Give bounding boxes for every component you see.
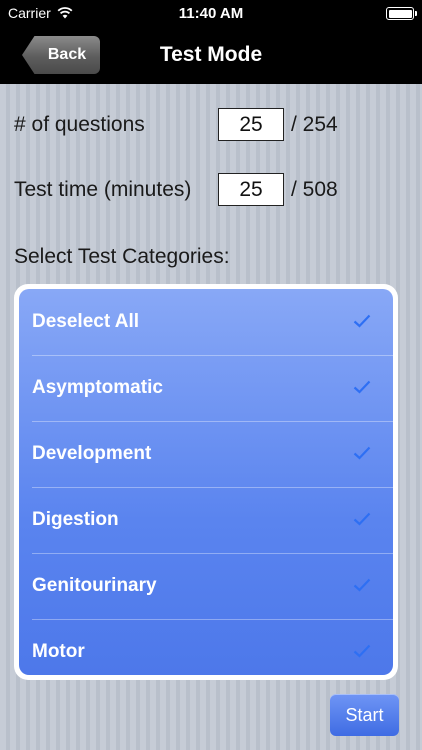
checkmark-icon — [353, 578, 371, 592]
page-title: Test Mode — [159, 43, 263, 66]
category-panel: Deselect All Asymptomatic Development Diges… — [14, 284, 398, 680]
questions-total: / 254 — [291, 113, 338, 136]
category-list: Deselect All Asymptomatic Development Diges… — [19, 289, 393, 675]
checkmark-icon — [353, 446, 371, 460]
status-bar: Carrier 11:40 AM — [0, 0, 422, 28]
category-row[interactable]: Deselect All — [19, 289, 393, 355]
test-time-label: Test time (minutes) — [14, 178, 192, 201]
category-row[interactable]: Genitourinary — [19, 553, 393, 619]
checkmark-icon — [353, 512, 371, 526]
checkmark-icon — [353, 644, 371, 658]
start-button[interactable]: Start — [330, 694, 399, 736]
status-time: 11:40 AM — [178, 5, 244, 22]
questions-label: # of questions — [14, 113, 145, 136]
category-row[interactable]: Digestion — [19, 487, 393, 553]
test-time-total: / 508 — [291, 178, 338, 201]
category-label: Genitourinary — [32, 575, 157, 596]
categories-heading: Select Test Categories: — [14, 245, 230, 268]
category-row[interactable]: Motor — [19, 619, 393, 675]
battery-icon — [386, 7, 417, 20]
checkmark-icon — [353, 314, 371, 328]
category-label: Motor — [32, 641, 85, 662]
category-row[interactable]: Development — [19, 421, 393, 487]
test-time-input[interactable] — [218, 173, 284, 206]
category-row[interactable]: Asymptomatic — [19, 355, 393, 421]
category-label: Deselect All — [32, 311, 140, 332]
nav-bar: Back Test Mode — [0, 28, 422, 84]
questions-input[interactable] — [218, 108, 284, 141]
checkmark-icon — [353, 380, 371, 394]
category-label: Development — [32, 443, 152, 464]
category-label: Digestion — [32, 509, 119, 530]
category-label: Asymptomatic — [32, 377, 163, 398]
